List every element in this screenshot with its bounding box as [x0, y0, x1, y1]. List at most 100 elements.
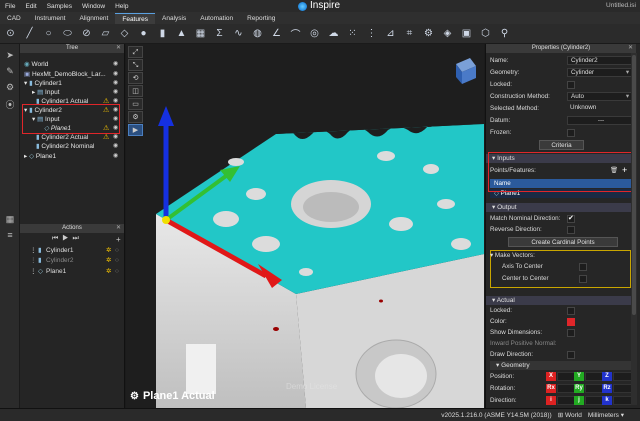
- sigma-icon[interactable]: Σ: [213, 27, 226, 40]
- view-iso-icon[interactable]: ◫: [128, 85, 143, 97]
- datum-input[interactable]: ---: [567, 116, 632, 125]
- tree-item-plane1[interactable]: ▸ ◇ Plane1: [24, 152, 56, 161]
- tab-alignment[interactable]: Alignment: [72, 13, 115, 24]
- properties-scrollbar[interactable]: [631, 53, 637, 405]
- menu-edit[interactable]: Edit: [20, 3, 41, 10]
- visibility-eye-icon[interactable]: ◉: [113, 88, 118, 95]
- mesh-icon[interactable]: ⁙: [346, 27, 359, 40]
- cloud-icon[interactable]: ☁: [327, 27, 340, 40]
- drag-handle-icon[interactable]: ⋮: [30, 256, 37, 266]
- probe-tool-icon[interactable]: ⚙: [4, 82, 16, 94]
- box-icon[interactable]: ▣: [460, 27, 473, 40]
- gear-icon[interactable]: ⚙: [422, 27, 435, 40]
- geometry-select[interactable]: Cylinder: [567, 68, 632, 77]
- scan-icon[interactable]: ⦿: [4, 98, 16, 110]
- action-row[interactable]: ⋮ ▮ Cylinder1 ✲ ○: [20, 246, 125, 256]
- scrollbar-thumb[interactable]: [632, 55, 636, 315]
- axis-to-center-checkbox[interactable]: [579, 263, 587, 271]
- actual-section-header[interactable]: ▾ Actual: [486, 296, 636, 305]
- close-icon[interactable]: ✕: [116, 224, 121, 233]
- select-arrow-icon[interactable]: ➤: [4, 50, 16, 62]
- frame-indicator[interactable]: ⊞ World: [558, 411, 582, 419]
- tree-item-world[interactable]: ◉ World: [24, 60, 48, 69]
- menu-help[interactable]: Help: [110, 3, 133, 10]
- visibility-eye-icon[interactable]: ◉: [113, 97, 118, 104]
- line-icon[interactable]: ╱: [23, 27, 36, 40]
- show-dimensions-checkbox[interactable]: [567, 329, 575, 337]
- list-tool-icon[interactable]: ≡: [4, 230, 16, 242]
- probe-icon[interactable]: ⚲: [498, 27, 511, 40]
- add-icon[interactable]: +: [116, 235, 121, 244]
- visibility-eye-icon[interactable]: ◉: [113, 70, 118, 77]
- visibility-eye-icon[interactable]: ◉: [113, 133, 118, 140]
- chart-icon[interactable]: ⊿: [384, 27, 397, 40]
- grid-tool-icon[interactable]: ▦: [4, 214, 16, 226]
- visibility-eye-icon[interactable]: ◉: [113, 152, 118, 159]
- circle-icon[interactable]: ○: [42, 27, 55, 40]
- tab-cad[interactable]: CAD: [0, 13, 28, 24]
- polyline-icon[interactable]: ∿: [232, 27, 245, 40]
- rotate-icon[interactable]: ⟲: [128, 72, 143, 84]
- tree-item-input[interactable]: ▸ ▤ Input: [32, 88, 60, 97]
- center-to-center-checkbox[interactable]: [579, 275, 587, 283]
- name-input[interactable]: Cylinder2: [567, 56, 632, 65]
- construction-select[interactable]: Auto: [567, 92, 632, 101]
- tab-reporting[interactable]: Reporting: [240, 13, 282, 24]
- settings-icon[interactable]: ✲: [106, 256, 111, 266]
- axis-value-field[interactable]: [613, 396, 633, 405]
- tree-item-cylinder2-nominal[interactable]: ▮ Cylinder2 Nominal: [36, 142, 95, 151]
- close-icon[interactable]: ✕: [116, 44, 121, 53]
- visibility-eye-icon[interactable]: ◉: [113, 60, 118, 67]
- axis-value-field[interactable]: [613, 372, 633, 381]
- frozen-checkbox[interactable]: [567, 129, 575, 137]
- view-top-icon[interactable]: ▭: [128, 98, 143, 110]
- geometry-section-header[interactable]: ▾ Geometry: [490, 361, 636, 370]
- slot-icon[interactable]: ⊘: [80, 27, 93, 40]
- action-row[interactable]: ⋮ ◇ Plane1 ✲ ○: [20, 267, 125, 277]
- nodes-icon[interactable]: ⌗: [403, 27, 416, 40]
- settings-icon[interactable]: ✲: [106, 246, 111, 256]
- visibility-eye-icon[interactable]: ◉: [113, 79, 118, 86]
- sphere-icon[interactable]: ●: [137, 27, 150, 40]
- tree-item-model[interactable]: ▣ HexMt_DemoBlock_Lar...: [24, 70, 106, 79]
- units-select[interactable]: Millimeters ▾: [588, 411, 624, 419]
- playback-controls[interactable]: ⏮▶⏭: [52, 235, 83, 243]
- tree-item-cylinder1[interactable]: ▾ ▮ Cylinder1: [24, 79, 62, 88]
- zoom-icon[interactable]: ⤡: [128, 59, 143, 71]
- match-nominal-checkbox[interactable]: [567, 214, 575, 224]
- dial-icon[interactable]: ◍: [251, 27, 264, 40]
- reverse-checkbox[interactable]: [567, 226, 575, 234]
- drag-handle-icon[interactable]: ⋮: [30, 246, 37, 256]
- tab-automation[interactable]: Automation: [193, 13, 240, 24]
- grid-icon[interactable]: ▦: [194, 27, 207, 40]
- tab-features[interactable]: Features: [115, 13, 156, 24]
- settings-icon[interactable]: ⚙: [128, 111, 143, 123]
- menu-window[interactable]: Window: [77, 3, 110, 10]
- measure-icon[interactable]: ✎: [4, 66, 16, 78]
- drag-handle-icon[interactable]: ⋮: [30, 267, 37, 277]
- ellipse-icon[interactable]: ⬭: [61, 27, 74, 40]
- close-icon[interactable]: ✕: [628, 44, 633, 53]
- angle-icon[interactable]: ∠: [270, 27, 283, 40]
- create-cardinal-points-button[interactable]: Create Cardinal Points: [508, 237, 618, 247]
- cube-outline-icon[interactable]: ⬡: [479, 27, 492, 40]
- visibility-eye-icon[interactable]: ◉: [113, 142, 118, 149]
- camera-icon[interactable]: ▶: [128, 124, 143, 136]
- actual-locked-checkbox[interactable]: [567, 307, 575, 315]
- rect-slot-icon[interactable]: ▱: [99, 27, 112, 40]
- tab-analysis[interactable]: Analysis: [155, 13, 193, 24]
- curve-icon[interactable]: ⌒: [289, 27, 302, 41]
- target-icon[interactable]: ◎: [308, 27, 321, 40]
- criteria-button[interactable]: Criteria: [539, 140, 584, 150]
- plane-icon[interactable]: ◇: [118, 27, 131, 40]
- fit-view-icon[interactable]: ⤢: [128, 46, 143, 58]
- view-cube[interactable]: [456, 58, 476, 84]
- action-row[interactable]: ⋮ ▮ Cylinder2 ✲ ○: [20, 256, 125, 266]
- tree-item-cylinder2-actual[interactable]: ▮ Cylinder2 Actual: [36, 133, 88, 142]
- tab-instrument[interactable]: Instrument: [28, 13, 73, 24]
- locked-checkbox[interactable]: [567, 81, 575, 89]
- settings-icon[interactable]: ✲: [106, 267, 111, 277]
- output-section-header[interactable]: ▾ Output: [486, 203, 636, 212]
- 3d-viewport[interactable]: ⤢ ⤡ ⟲ ◫ ▭ ⚙ ▶ Demo License ⚙ Plane1 Actua…: [126, 44, 484, 408]
- point-icon[interactable]: ⊙: [4, 27, 17, 40]
